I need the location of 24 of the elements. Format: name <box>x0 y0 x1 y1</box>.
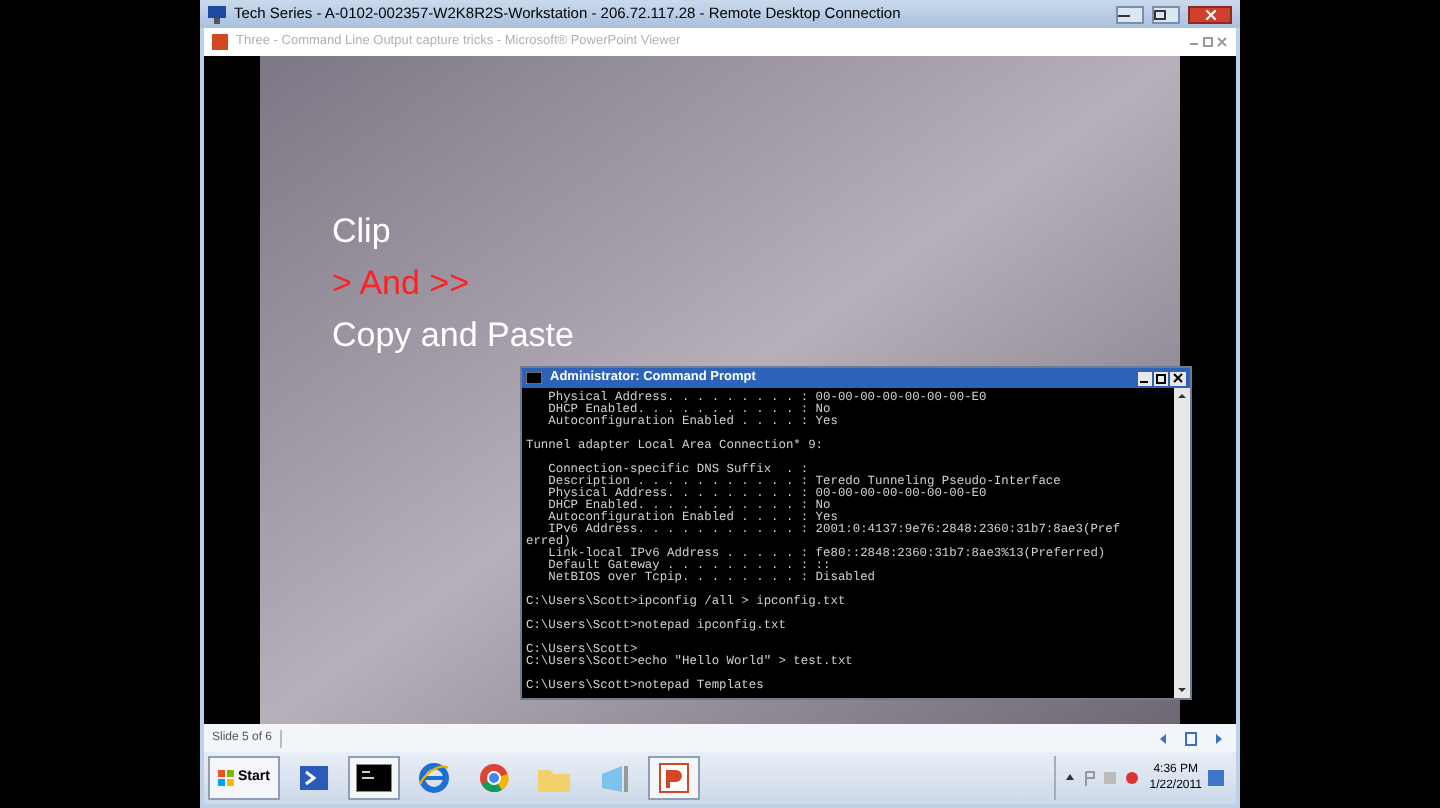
terminal-icon <box>297 762 330 794</box>
slides-app-icon <box>212 34 228 50</box>
scroll-bar[interactable] <box>1174 388 1190 698</box>
slides-app-icon <box>657 762 690 794</box>
window-icon <box>597 763 630 793</box>
minimize-button[interactable] <box>1116 5 1144 23</box>
console-icon <box>526 372 542 384</box>
maximize-button[interactable] <box>1152 5 1180 23</box>
window-controls-icon <box>1188 36 1228 48</box>
console-icon <box>355 764 392 792</box>
scroll-down-icon <box>1174 682 1190 698</box>
taskbar-button[interactable] <box>347 756 400 800</box>
maximize-icon <box>1154 9 1166 19</box>
browser-e-icon <box>417 762 450 794</box>
slide-text: Copy and Paste <box>332 314 574 358</box>
browser-ball-icon <box>477 762 510 794</box>
close-button[interactable] <box>1188 5 1232 23</box>
tray-icons-icon <box>1063 770 1144 786</box>
close-icon <box>1205 9 1215 19</box>
slide-text: Clip <box>332 210 393 254</box>
computer-icon <box>208 5 226 23</box>
windows-logo-icon <box>218 770 234 786</box>
slide-text: > And >> <box>332 262 472 306</box>
minimize-icon <box>1118 11 1130 17</box>
